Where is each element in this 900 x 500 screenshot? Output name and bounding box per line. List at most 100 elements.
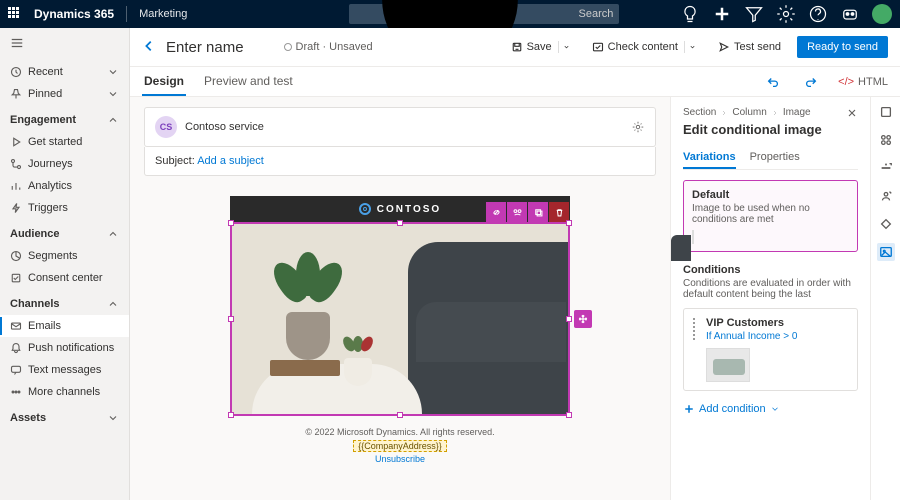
subject-label: Subject:: [155, 155, 195, 167]
chevron-down-icon: [107, 88, 119, 100]
resize-handle[interactable]: [228, 316, 234, 322]
nav-pinned[interactable]: Pinned: [0, 83, 129, 105]
nav-section-audience[interactable]: Audience: [0, 223, 129, 245]
nav-segments[interactable]: Segments: [0, 245, 129, 267]
variation-thumbnail[interactable]: [692, 230, 694, 244]
save-button[interactable]: Save: [505, 38, 576, 56]
check-content-button[interactable]: Check content: [586, 38, 702, 56]
nav-analytics[interactable]: Analytics: [0, 175, 129, 197]
toolbar-ai-button[interactable]: [507, 202, 527, 222]
nav-triggers[interactable]: Triggers: [0, 197, 129, 219]
brand-text: CONTOSO: [377, 204, 441, 215]
left-nav: Recent Pinned Engagement Get started Jou…: [0, 28, 130, 500]
resize-handle[interactable]: [397, 412, 403, 418]
add-icon[interactable]: [712, 4, 732, 24]
properties-panel: Section Column Image Edit conditional im…: [670, 97, 870, 500]
sender-row[interactable]: CS Contoso service: [144, 107, 656, 147]
card-title: Default: [692, 189, 849, 201]
nav-get-started[interactable]: Get started: [0, 131, 129, 153]
nav-consent[interactable]: Consent center: [0, 267, 129, 289]
subject-row[interactable]: Subject: Add a subject: [144, 147, 656, 176]
rail-brand-icon[interactable]: [877, 215, 895, 233]
close-icon[interactable]: [846, 107, 858, 119]
resize-handle[interactable]: [228, 220, 234, 226]
chevron-up-icon: [107, 114, 119, 126]
chevron-down-icon: [770, 404, 780, 414]
image-placeholder[interactable]: [232, 224, 568, 414]
resize-handle[interactable]: [228, 412, 234, 418]
global-search-input[interactable]: Search: [349, 4, 619, 24]
search-placeholder: Search: [579, 8, 614, 20]
page-title[interactable]: Enter name: [166, 39, 244, 56]
toolbar-delete-button[interactable]: [549, 202, 569, 222]
filter-icon[interactable]: [744, 4, 764, 24]
nav-section-assets[interactable]: Assets: [0, 407, 129, 429]
rail-elements-icon[interactable]: [877, 103, 895, 121]
nav-section-engagement[interactable]: Engagement: [0, 109, 129, 131]
nav-push[interactable]: Push notifications: [0, 337, 129, 359]
tab-preview[interactable]: Preview and test: [202, 68, 295, 96]
address-token[interactable]: {{CompanyAddress}}: [353, 440, 447, 452]
resize-handle[interactable]: [566, 412, 572, 418]
user-avatar[interactable]: [872, 4, 892, 24]
tab-properties[interactable]: Properties: [750, 147, 800, 169]
gear-icon[interactable]: [631, 120, 645, 134]
breadcrumb[interactable]: Section Column Image: [683, 107, 846, 118]
rail-sections-icon[interactable]: [877, 131, 895, 149]
test-send-button[interactable]: Test send: [712, 38, 787, 56]
app-launcher-icon[interactable]: [8, 7, 22, 21]
brand-name: Dynamics 365: [34, 7, 114, 21]
rail-add-icon[interactable]: [877, 159, 895, 177]
resize-handle[interactable]: [566, 316, 572, 322]
add-condition-button[interactable]: Add condition: [683, 403, 858, 415]
nav-text[interactable]: Text messages: [0, 359, 129, 381]
redo-button[interactable]: [800, 71, 822, 93]
lightbulb-icon[interactable]: [680, 4, 700, 24]
ready-to-send-button[interactable]: Ready to send: [797, 36, 888, 58]
assistant-icon[interactable]: [840, 4, 860, 24]
html-view-button[interactable]: </>HTML: [838, 76, 888, 88]
tab-variations[interactable]: Variations: [683, 147, 736, 169]
nav-collapse-button[interactable]: [0, 28, 129, 61]
condition-title: VIP Customers: [706, 317, 849, 329]
chevron-right-icon: [720, 109, 728, 117]
nav-emails[interactable]: Emails: [0, 315, 129, 337]
variation-thumbnail[interactable]: [706, 348, 750, 382]
nav-recent[interactable]: Recent: [0, 61, 129, 83]
settings-icon[interactable]: [776, 4, 796, 24]
undo-button[interactable]: [762, 71, 784, 93]
chevron-down-icon[interactable]: [684, 41, 696, 53]
main-content: Enter name Draft · Unsaved Save Check co…: [130, 28, 900, 500]
condition-expr[interactable]: If Annual Income > 0: [706, 331, 849, 342]
drag-handle-icon[interactable]: [692, 317, 698, 331]
default-variation-card[interactable]: Default Image to be used when no conditi…: [683, 180, 858, 252]
condition-card[interactable]: VIP Customers If Annual Income > 0: [683, 308, 858, 391]
back-button[interactable]: [142, 39, 156, 56]
nav-journeys[interactable]: Journeys: [0, 153, 129, 175]
toolbar-link-button[interactable]: [486, 202, 506, 222]
toolbox-rail: [870, 97, 900, 500]
chevron-right-icon: [771, 109, 779, 117]
rail-image-icon[interactable]: [877, 243, 895, 261]
editor-tabs: Design Preview and test </>HTML: [130, 67, 900, 97]
email-canvas: CONTOSO Image: [230, 196, 570, 467]
nav-more-channels[interactable]: More channels: [0, 381, 129, 403]
chevron-down-icon[interactable]: [558, 41, 570, 53]
selected-image-block[interactable]: Image: [230, 222, 570, 416]
sender-avatar: CS: [155, 116, 177, 138]
panel-title: Edit conditional image: [683, 122, 858, 137]
tab-design[interactable]: Design: [142, 68, 186, 96]
subject-link[interactable]: Add a subject: [197, 155, 264, 167]
rail-personalize-icon[interactable]: [877, 187, 895, 205]
toolbar-duplicate-button[interactable]: [528, 202, 548, 222]
card-desc: Image to be used when no conditions are …: [692, 203, 849, 225]
help-icon[interactable]: [808, 4, 828, 24]
unsubscribe-link[interactable]: Unsubscribe: [375, 454, 425, 464]
page-header: Enter name Draft · Unsaved Save Check co…: [130, 28, 900, 67]
nav-section-channels[interactable]: Channels: [0, 293, 129, 315]
contoso-logo-icon: [359, 203, 371, 215]
resize-handle[interactable]: [397, 220, 403, 226]
move-handle[interactable]: [574, 310, 592, 328]
resize-handle[interactable]: [566, 220, 572, 226]
record-status: Draft · Unsaved: [284, 41, 373, 53]
